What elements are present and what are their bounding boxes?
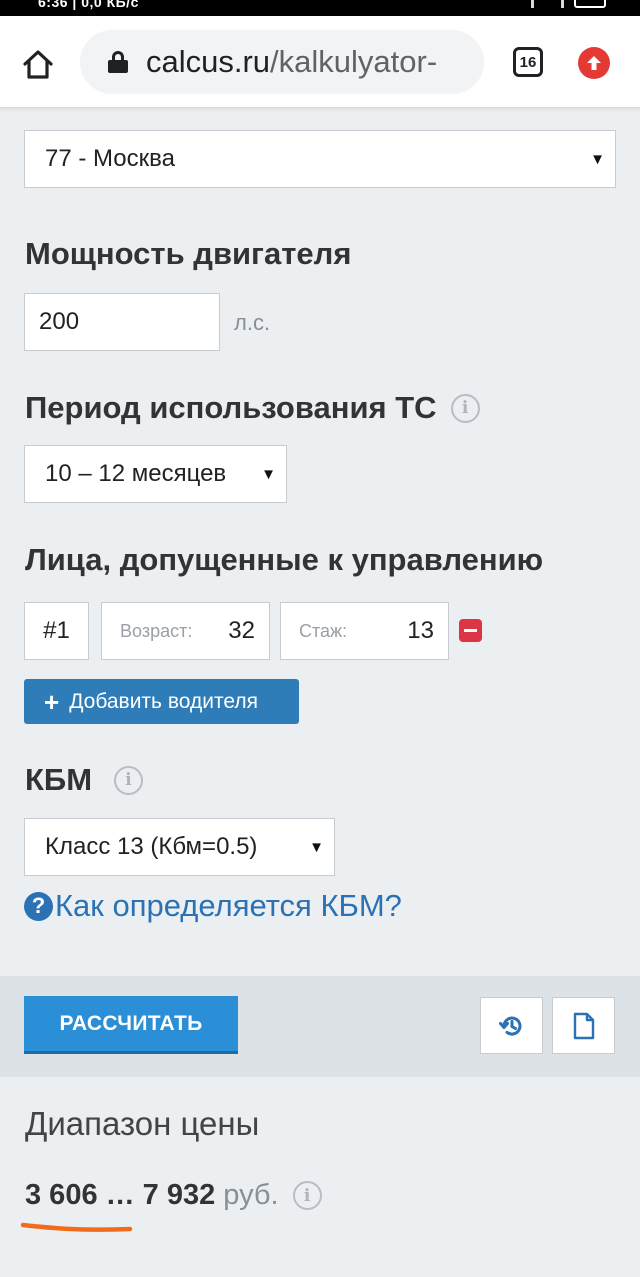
history-icon xyxy=(498,1016,521,1036)
document-button[interactable] xyxy=(552,997,615,1054)
calculate-label: РАССЧИТАТЬ xyxy=(59,1011,203,1035)
info-icon[interactable]: i xyxy=(114,765,144,795)
status-icons xyxy=(514,0,606,8)
minus-icon xyxy=(464,629,477,632)
arrow-up-icon xyxy=(587,56,601,70)
signal-icon xyxy=(514,0,534,8)
url-path: /kalkulyator- xyxy=(270,44,438,79)
driver-age-input[interactable]: Возраст: 32 xyxy=(101,602,270,660)
result-title: Диапазон цены xyxy=(25,1105,260,1142)
annotation-underline xyxy=(20,1222,133,1232)
info-icon[interactable]: i xyxy=(450,393,480,423)
usage-period-value: 10 – 12 месяцев xyxy=(45,460,227,487)
status-bar: 6:36 | 0,0 КБ/с xyxy=(0,0,640,16)
engine-power-label: Мощность двигателя xyxy=(25,236,352,271)
age-label: Возраст: xyxy=(120,620,193,641)
update-button[interactable] xyxy=(578,47,610,79)
kbm-help-link[interactable]: ? Как определяется КБМ? xyxy=(24,888,402,924)
battery-icon xyxy=(574,0,606,8)
price-range: 3 606 … 7 932 руб. i xyxy=(25,1179,322,1212)
engine-power-input[interactable]: 200 xyxy=(24,293,220,351)
driver-experience-input[interactable]: Стаж: 13 xyxy=(280,602,449,660)
tab-count: 16 xyxy=(519,53,537,71)
home-button[interactable] xyxy=(18,44,58,84)
url-domain: calcus.ru xyxy=(146,44,271,79)
address-bar[interactable]: calcus.ru/kalkulyator- xyxy=(80,30,484,94)
caret-down-icon: ▼ xyxy=(590,151,605,168)
result-panel: Диапазон цены 3 606 … 7 932 руб. i xyxy=(0,1077,640,1277)
kbm-value: Класс 13 (Кбм=0.5) xyxy=(45,833,258,860)
calculate-button[interactable]: РАССЧИТАТЬ xyxy=(24,996,238,1054)
region-select[interactable]: 77 - Москва ▼ xyxy=(24,130,616,188)
driver-number-value: #1 xyxy=(43,617,70,644)
experience-label: Стаж: xyxy=(299,620,348,641)
drivers-label: Лица, допущенные к управлению xyxy=(25,542,544,577)
url-text: calcus.ru/kalkulyator- xyxy=(146,44,437,80)
remove-driver-button[interactable] xyxy=(459,619,482,642)
engine-power-value: 200 xyxy=(39,308,80,335)
plus-icon: + xyxy=(44,686,60,717)
info-icon[interactable]: i xyxy=(292,1181,322,1210)
action-bar: РАССЧИТАТЬ xyxy=(0,976,640,1077)
engine-power-unit: л.с. xyxy=(234,310,271,335)
region-value: 77 - Москва xyxy=(45,145,175,172)
signal-icon-2 xyxy=(544,0,564,8)
status-text: 6:36 | 0,0 КБ/с xyxy=(38,0,139,10)
driver-number: #1 xyxy=(24,602,89,660)
usage-period-label: Период использования ТС xyxy=(25,390,437,425)
caret-down-icon: ▼ xyxy=(261,466,276,483)
kbm-help-text: Как определяется КБМ? xyxy=(55,888,402,923)
engine-power-heading: Мощность двигателя xyxy=(25,236,351,272)
caret-down-icon: ▼ xyxy=(309,839,324,856)
kbm-label: КБМ xyxy=(25,762,93,797)
browser-toolbar: calcus.ru/kalkulyator- 16 xyxy=(0,16,640,108)
kbm-heading: КБМ i xyxy=(25,762,144,798)
price-range-value: 3 606 … 7 932 xyxy=(25,1179,216,1211)
add-driver-label: Добавить водителя xyxy=(69,689,258,713)
add-driver-button[interactable]: + Добавить водителя xyxy=(24,679,299,724)
question-icon: ? xyxy=(24,891,53,921)
history-button[interactable] xyxy=(480,997,543,1054)
age-value: 32 xyxy=(228,617,255,644)
usage-period-heading: Период использования ТС i xyxy=(25,390,480,426)
drivers-heading: Лица, допущенные к управлению xyxy=(25,542,543,578)
usage-period-select[interactable]: 10 – 12 месяцев ▼ xyxy=(24,445,287,503)
lock-icon xyxy=(108,51,128,73)
experience-value: 13 xyxy=(407,617,434,644)
home-icon xyxy=(23,50,53,79)
document-icon xyxy=(573,1012,594,1039)
price-currency: руб. xyxy=(223,1179,279,1211)
tab-switcher-button[interactable]: 16 xyxy=(513,47,543,77)
kbm-select[interactable]: Класс 13 (Кбм=0.5) ▼ xyxy=(24,818,335,876)
